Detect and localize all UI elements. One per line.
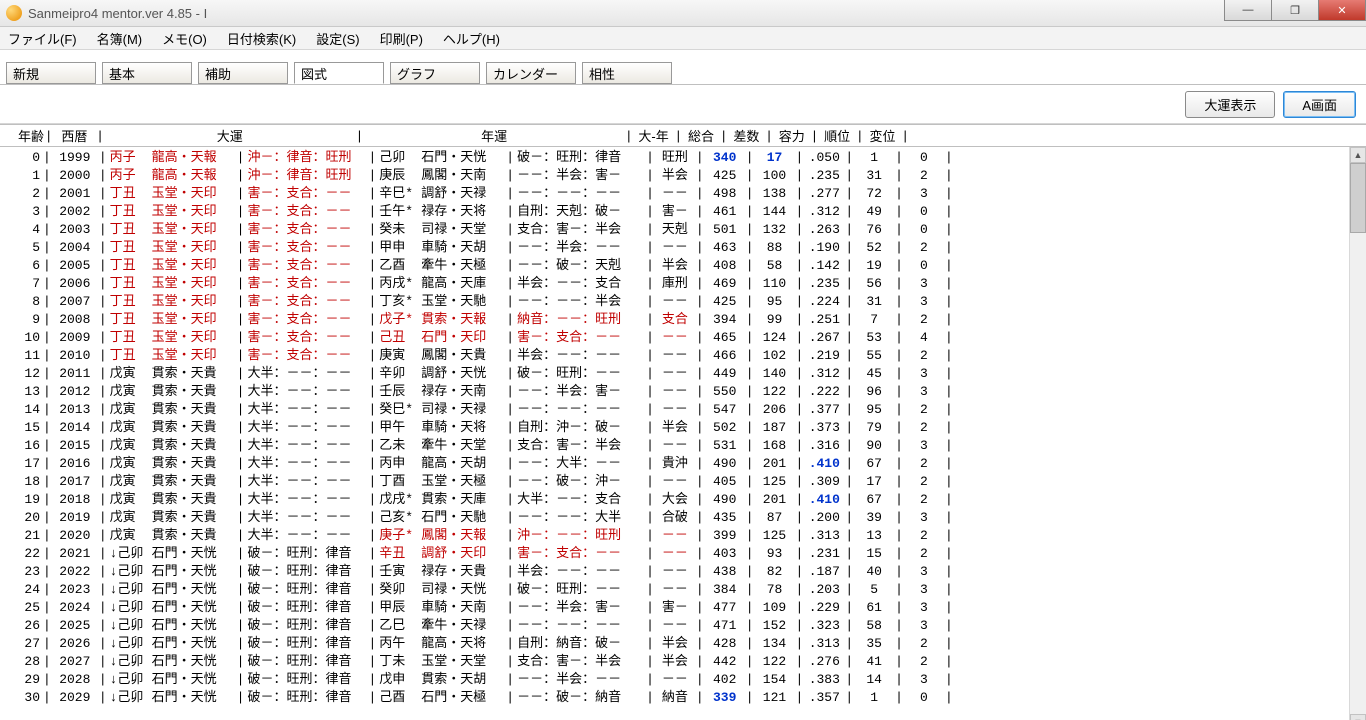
table-row: 18|2017|戊寅貫索・天貴|大半：－－：－－|丁酉玉堂・天極|－－：破－：沖… — [12, 473, 1366, 491]
tab-4[interactable]: グラフ — [390, 62, 480, 84]
menu-item[interactable]: 設定(S) — [316, 29, 359, 48]
column-headers: 年齢|西暦|大運|年運|大-年|総合|差数|容力|順位|変位| — [0, 124, 1366, 147]
table-row: 2|2001|丁丑玉堂・天印|害－：支合：－－|辛巳*調舒・天禄|－－：－－：－… — [12, 185, 1366, 203]
menu-item[interactable]: 名簿(M) — [97, 29, 143, 48]
action-row: 大運表示 A画面 — [0, 85, 1366, 124]
table-row: 0|1999|丙子龍高・天報|沖－：律音：旺刑|己卯石門・天恍|破－：旺刑：律音… — [12, 149, 1366, 167]
close-button[interactable]: ✕ — [1319, 0, 1366, 21]
screen-a-button[interactable]: A画面 — [1283, 91, 1356, 118]
table-row: 30|2029|↓己卯石門・天恍|破－：旺刑：律音|己酉石門・天極|－－：破－：… — [12, 689, 1366, 707]
tab-6[interactable]: 相性 — [582, 62, 672, 84]
table-row: 28|2027|↓己卯石門・天恍|破－：旺刑：律音|丁未玉堂・天堂|支合：害－：… — [12, 653, 1366, 671]
table-row: 17|2016|戊寅貫索・天貴|大半：－－：－－|丙申龍高・天胡|－－：大半：－… — [12, 455, 1366, 473]
table-row: 6|2005|丁丑玉堂・天印|害－：支合：－－|乙酉牽牛・天極|－－：破－：天剋… — [12, 257, 1366, 275]
table-row: 27|2026|↓己卯石門・天恍|破－：旺刑：律音|丙午龍高・天将|自刑：納音：… — [12, 635, 1366, 653]
data-grid-wrap: 0|1999|丙子龍高・天報|沖－：律音：旺刑|己卯石門・天恍|破－：旺刑：律音… — [0, 147, 1366, 720]
table-row: 3|2002|丁丑玉堂・天印|害－：支合：－－|壬午*禄存・天将|自刑：天剋：破… — [12, 203, 1366, 221]
table-row: 11|2010|丁丑玉堂・天印|害－：支合：－－|庚寅鳳閣・天貴|半会：－－：－… — [12, 347, 1366, 365]
table-row: 1|2000|丙子龍高・天報|沖－：律音：旺刑|庚辰鳳閣・天南|－－：半会：害－… — [12, 167, 1366, 185]
scroll-down-icon[interactable]: ▼ — [1350, 714, 1366, 720]
table-row: 13|2012|戊寅貫索・天貴|大半：－－：－－|壬辰禄存・天南|－－：半会：害… — [12, 383, 1366, 401]
tab-row: 新規基本補助図式グラフカレンダー相性 — [0, 50, 1366, 85]
table-row: 23|2022|↓己卯石門・天恍|破－：旺刑：律音|壬寅禄存・天貴|半会：－－：… — [12, 563, 1366, 581]
table-row: 22|2021|↓己卯石門・天恍|破－：旺刑：律音|辛丑調舒・天印|害－：支合：… — [12, 545, 1366, 563]
table-row: 24|2023|↓己卯石門・天恍|破－：旺刑：律音|癸卯司禄・天恍|破－：旺刑：… — [12, 581, 1366, 599]
table-row: 15|2014|戊寅貫索・天貴|大半：－－：－－|甲午車騎・天将|自刑：沖－：破… — [12, 419, 1366, 437]
table-row: 25|2024|↓己卯石門・天恍|破－：旺刑：律音|甲辰車騎・天南|－－：半会：… — [12, 599, 1366, 617]
maximize-button[interactable]: ❐ — [1272, 0, 1319, 21]
scroll-thumb[interactable] — [1350, 163, 1366, 233]
data-grid: 0|1999|丙子龍高・天報|沖－：律音：旺刑|己卯石門・天恍|破－：旺刑：律音… — [0, 147, 1366, 707]
scroll-up-icon[interactable]: ▲ — [1350, 147, 1366, 163]
tab-2[interactable]: 補助 — [198, 62, 288, 84]
app-icon — [6, 5, 22, 21]
daiun-display-button[interactable]: 大運表示 — [1185, 91, 1275, 118]
table-row: 29|2028|↓己卯石門・天恍|破－：旺刑：律音|戊申貫索・天胡|－－：半会：… — [12, 671, 1366, 689]
table-row: 4|2003|丁丑玉堂・天印|害－：支合：－－|癸未司禄・天堂|支合：害－：半会… — [12, 221, 1366, 239]
table-row: 20|2019|戊寅貫索・天貴|大半：－－：－－|己亥*石門・天馳|－－：－－：… — [12, 509, 1366, 527]
tab-5[interactable]: カレンダー — [486, 62, 576, 84]
tab-1[interactable]: 基本 — [102, 62, 192, 84]
table-row: 14|2013|戊寅貫索・天貴|大半：－－：－－|癸巳*司禄・天禄|－－：－－：… — [12, 401, 1366, 419]
menubar: ファイル(F) 名簿(M) メモ(O) 日付検索(K) 設定(S) 印刷(P) ヘルプ(H) — [0, 27, 1366, 50]
table-row: 21|2020|戊寅貫索・天貴|大半：－－：－－|庚子*鳳閣・天報|沖－：－－：… — [12, 527, 1366, 545]
minimize-button[interactable]: — — [1224, 0, 1272, 21]
table-row: 16|2015|戊寅貫索・天貴|大半：－－：－－|乙未牽牛・天堂|支合：害－：半… — [12, 437, 1366, 455]
table-row: 12|2011|戊寅貫索・天貴|大半：－－：－－|辛卯調舒・天恍|破－：旺刑：－… — [12, 365, 1366, 383]
menu-item[interactable]: ファイル(F) — [8, 29, 77, 48]
menu-item[interactable]: ヘルプ(H) — [443, 29, 500, 48]
table-row: 8|2007|丁丑玉堂・天印|害－：支合：－－|丁亥*玉堂・天馳|－－：－－：半… — [12, 293, 1366, 311]
menu-item[interactable]: 日付検索(K) — [227, 29, 296, 48]
vertical-scrollbar[interactable]: ▲ ▼ — [1349, 147, 1366, 720]
tab-0[interactable]: 新規 — [6, 62, 96, 84]
table-row: 10|2009|丁丑玉堂・天印|害－：支合：－－|己丑石門・天印|害－：支合：－… — [12, 329, 1366, 347]
table-row: 9|2008|丁丑玉堂・天印|害－：支合：－－|戊子*貫索・天報|納音：－－：旺… — [12, 311, 1366, 329]
titlebar: Sanmeipro4 mentor.ver 4.85 - I — ❐ ✕ — [0, 0, 1366, 27]
table-row: 7|2006|丁丑玉堂・天印|害－：支合：－－|丙戌*龍高・天庫|半会：－－：支… — [12, 275, 1366, 293]
window-title: Sanmeipro4 mentor.ver 4.85 - I — [28, 6, 1224, 21]
tab-3[interactable]: 図式 — [294, 62, 384, 84]
table-row: 19|2018|戊寅貫索・天貴|大半：－－：－－|戊戌*貫索・天庫|大半：－－：… — [12, 491, 1366, 509]
table-row: 26|2025|↓己卯石門・天恍|破－：旺刑：律音|乙巳牽牛・天禄|－－：－－：… — [12, 617, 1366, 635]
menu-item[interactable]: 印刷(P) — [380, 29, 423, 48]
menu-item[interactable]: メモ(O) — [162, 29, 207, 48]
table-row: 5|2004|丁丑玉堂・天印|害－：支合：－－|甲申車騎・天胡|－－：半会：－－… — [12, 239, 1366, 257]
